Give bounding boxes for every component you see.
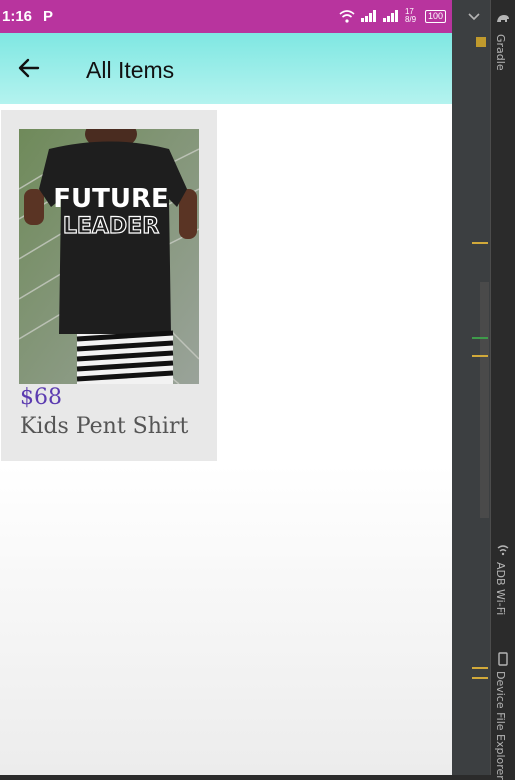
battery-icon: 100: [424, 9, 446, 23]
back-arrow-icon[interactable]: [16, 55, 42, 81]
status-icons: 17 8/9 100: [339, 8, 446, 24]
scroll-marker: [472, 667, 488, 669]
phone-screen: 1:16 P 17 8/9 100 All Items FUTURE LEADE…: [0, 0, 452, 775]
status-bar: 1:16 P 17 8/9 100: [0, 0, 452, 33]
wifi-icon: [497, 545, 509, 556]
warning-marker: [476, 37, 486, 47]
status-time: 1:16: [2, 8, 33, 25]
scroll-marker: [472, 242, 488, 244]
app-bar: All Items: [0, 33, 452, 104]
gradle-icon[interactable]: [496, 12, 510, 24]
item-image[interactable]: FUTURE LEADER: [19, 129, 199, 384]
signal-icon: [360, 10, 376, 22]
scroll-marker: [472, 355, 488, 357]
page-title: All Items: [86, 57, 175, 83]
item-name: Kids Pent Shirt: [20, 414, 189, 439]
item-price: $68: [20, 385, 62, 410]
status-date: 17 8/9: [404, 7, 417, 24]
editor-scrollbar[interactable]: [480, 282, 489, 518]
chevron-down-icon[interactable]: [468, 12, 480, 22]
scroll-marker-green: [472, 337, 488, 339]
shirt-text-future: FUTURE: [53, 184, 169, 214]
scroll-marker: [472, 677, 488, 679]
app-notification-icon: P: [43, 8, 54, 25]
tab-device-file-explorer[interactable]: Device File Explorer: [494, 671, 507, 780]
tab-gradle[interactable]: Gradle: [494, 34, 507, 71]
device-icon: [498, 652, 508, 666]
wifi-icon: [339, 9, 355, 23]
panel-divider: [490, 0, 491, 775]
signal-icon-2: [382, 10, 398, 22]
shirt-text-leader: LEADER: [63, 214, 159, 239]
tab-adb-wifi[interactable]: ADB Wi-Fi: [494, 562, 507, 615]
item-card[interactable]: FUTURE LEADER $68 Kids Pent Shirt: [1, 110, 217, 461]
